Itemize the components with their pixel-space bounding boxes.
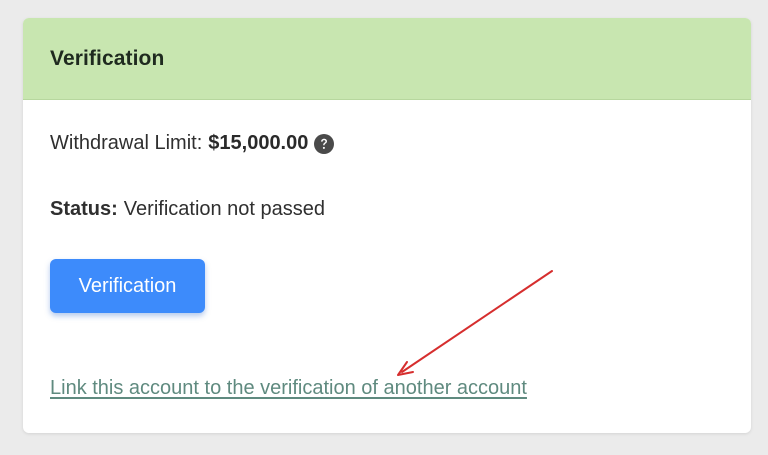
status-value: Verification not passed: [123, 198, 326, 220]
withdrawal-limit-label: Withdrawal Limit:: [50, 132, 203, 154]
card-title: Verification: [50, 46, 165, 70]
verification-card: Verification Withdrawal Limit: $15,000.0…: [23, 18, 751, 433]
question-circle-icon[interactable]: [314, 133, 335, 154]
link-account-link[interactable]: Link this account to the verification of…: [50, 377, 527, 400]
verification-button[interactable]: Verification: [50, 259, 205, 313]
card-header: Verification: [23, 18, 751, 100]
withdrawal-limit-value: $15,000.00: [208, 132, 309, 154]
status-row: Status: Verification not passed: [50, 198, 325, 221]
status-label: Status:: [50, 198, 118, 220]
withdrawal-limit-row: Withdrawal Limit: $15,000.00: [50, 132, 335, 155]
